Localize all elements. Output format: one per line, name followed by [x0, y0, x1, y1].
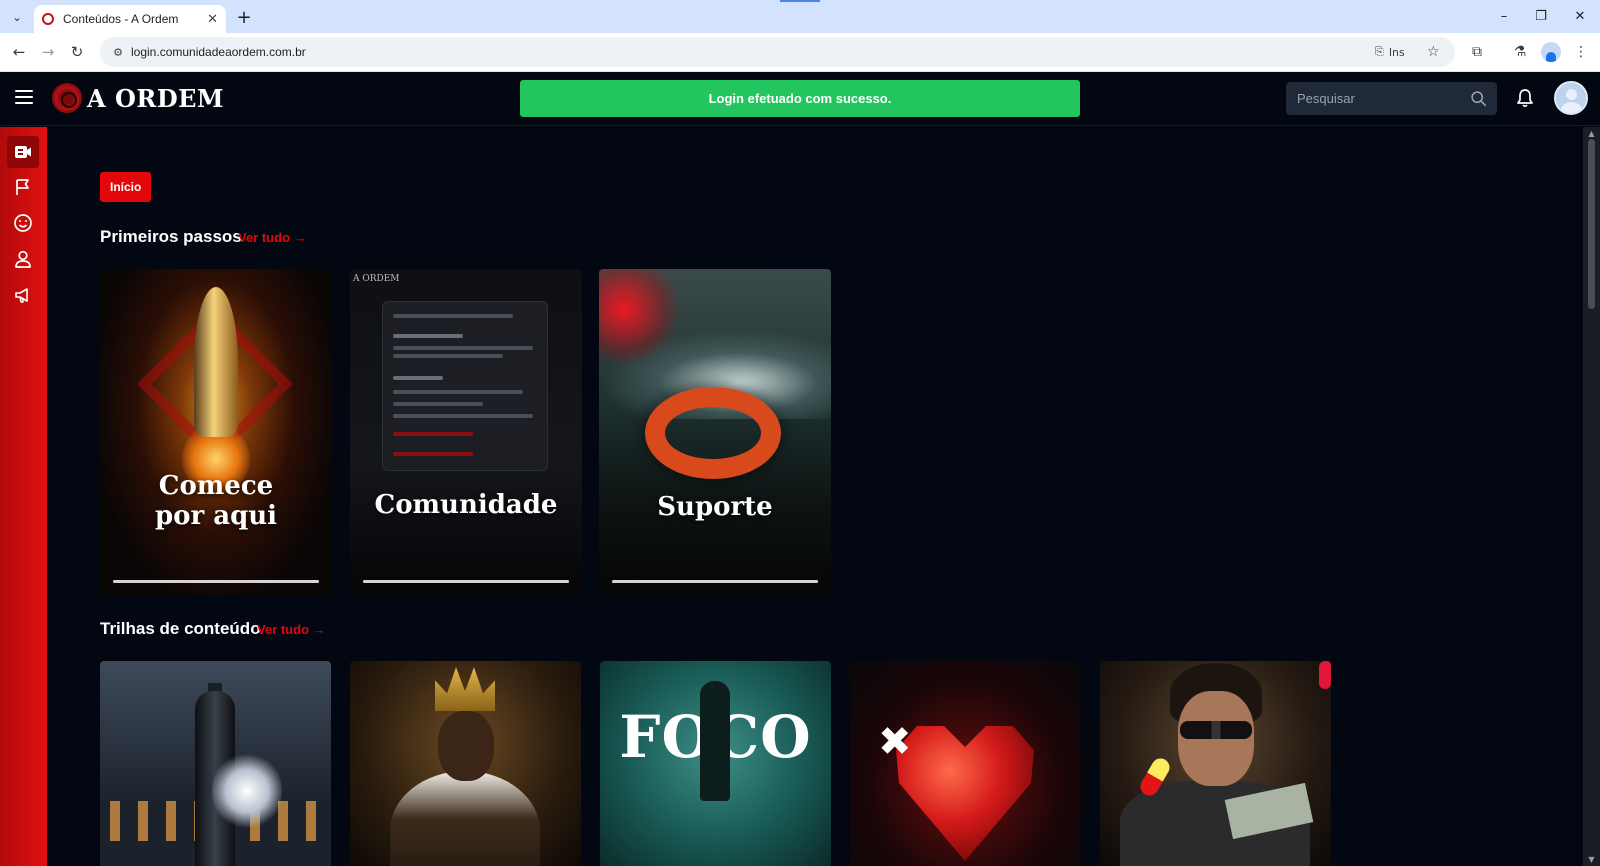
sidebar-item-community[interactable]: [7, 207, 39, 239]
browser-menu-icon[interactable]: ⋮: [1571, 42, 1591, 62]
glass-heart-image: [896, 726, 1034, 861]
search-box: [1286, 82, 1497, 115]
app-header: A ORDEM Login efetuado com sucesso.: [0, 72, 1600, 126]
king-face-image: [438, 711, 494, 781]
tab-title: Conteúdos - A Ordem: [63, 12, 179, 26]
close-window-icon[interactable]: ✕: [1566, 5, 1594, 27]
section-title-trilhas: Trilhas de conteúdo: [100, 619, 261, 638]
walking-man-image: [700, 681, 730, 801]
smoke-swirl-image: [212, 751, 282, 831]
logo-text[interactable]: A ORDEM: [87, 84, 224, 113]
crown-image: [435, 667, 495, 711]
trail-thumbnail-heart[interactable]: ✖: [850, 661, 1081, 866]
favicon-icon: [42, 13, 54, 25]
browser-profile-icon[interactable]: [1541, 42, 1561, 62]
sidebar-item-profile[interactable]: [7, 243, 39, 275]
notification-bell-icon[interactable]: [1515, 88, 1535, 108]
trail-thumbnail-chess-king[interactable]: [100, 661, 331, 866]
scroll-thumb[interactable]: [1588, 139, 1595, 309]
scroll-down-arrow-icon[interactable]: ▼: [1587, 855, 1596, 864]
reload-icon[interactable]: ↻: [66, 41, 88, 63]
breadcrumb-inicio[interactable]: Início: [100, 172, 152, 202]
card-comece-por-aqui[interactable]: Comece por aqui: [100, 269, 332, 595]
royal-robe-image: [390, 771, 540, 866]
labs-flask-icon[interactable]: ⚗: [1510, 42, 1530, 62]
trail-thumbnail-foco[interactable]: FOCO: [600, 661, 831, 866]
user-icon: [15, 250, 31, 268]
back-arrow-icon[interactable]: ←: [8, 41, 30, 63]
url-text[interactable]: login.comunidadeaordem.com.br: [131, 45, 306, 59]
page-scrollbar[interactable]: ▲ ▼: [1583, 127, 1600, 866]
restore-icon[interactable]: ❐: [1527, 5, 1555, 27]
video-icon: [15, 146, 31, 158]
scroll-up-arrow-icon[interactable]: ▲: [1587, 129, 1596, 138]
section-title-primeiros-passos: Primeiros passos: [100, 227, 242, 246]
card-title: Comunidade: [374, 490, 558, 520]
progress-bar: [612, 580, 818, 583]
card-title: Comece por aqui: [100, 471, 332, 532]
browser-toolbar: ← → ↻ ⚙ login.comunidadeaordem.com.br ⎘ …: [0, 33, 1600, 72]
install-label: Ins: [1388, 45, 1405, 59]
sidebar-item-missions[interactable]: [7, 171, 39, 203]
logo-emblem-icon[interactable]: [52, 83, 82, 113]
forward-arrow-icon[interactable]: →: [37, 41, 59, 63]
card-comunidade[interactable]: A ORDEM Comunidade: [350, 269, 582, 595]
login-success-toast: Login efetuado com sucesso.: [520, 80, 1080, 117]
site-info-icon[interactable]: ⚙: [110, 44, 126, 60]
see-all-trilhas-link[interactable]: Ver tudo →: [257, 622, 326, 637]
install-app-button[interactable]: ⎘ Ins: [1375, 43, 1405, 61]
extensions-icon[interactable]: ⧉: [1467, 42, 1487, 62]
lifebuoy-image: [645, 387, 781, 479]
main-content: Início Primeiros passos Ver tudo → Comec…: [47, 127, 1583, 866]
mock-logo-text: A ORDEM: [353, 274, 400, 284]
progress-bar: [113, 580, 319, 583]
user-avatar[interactable]: [1554, 81, 1588, 115]
browser-tab[interactable]: Conteúdos - A Ordem ✕: [34, 5, 226, 33]
search-icon[interactable]: [1470, 90, 1487, 107]
rocket-image: [194, 287, 238, 437]
sidebar-item-announcements[interactable]: [7, 279, 39, 311]
card-title: Suporte: [657, 492, 773, 522]
megaphone-icon: [15, 288, 28, 303]
hamburger-menu-icon[interactable]: [15, 90, 33, 104]
card-title-line1: Comece: [158, 471, 274, 501]
tab-search-chevron-icon[interactable]: ⌄: [6, 6, 28, 28]
red-pill-edge-image: [1319, 661, 1331, 689]
sidebar: [0, 127, 47, 866]
see-all-primeiros-passos-link[interactable]: Ver tudo →: [238, 230, 307, 245]
install-icon: ⎘: [1375, 45, 1384, 58]
sunglasses-image: [1180, 721, 1252, 739]
address-bar[interactable]: ⚙ login.comunidadeaordem.com.br ⎘ Ins ☆: [100, 37, 1455, 67]
minimize-icon[interactable]: –: [1490, 5, 1518, 27]
sidebar-item-contents[interactable]: [7, 136, 39, 168]
trail-thumbnail-king[interactable]: [350, 661, 581, 866]
bookmark-star-icon[interactable]: ☆: [1427, 43, 1440, 61]
smile-icon: [14, 214, 32, 232]
tab-close-icon[interactable]: ✕: [207, 12, 218, 27]
progress-bar: [363, 580, 569, 583]
new-tab-plus-icon[interactable]: +: [233, 6, 255, 28]
trail-thumbnail-money-man[interactable]: [1100, 661, 1331, 866]
flag-icon: [16, 179, 29, 195]
community-screenshot-image: [382, 301, 548, 471]
x-mark-icon: ✖: [878, 719, 912, 765]
card-suporte[interactable]: Suporte: [599, 269, 831, 595]
card-title-line2: por aqui: [154, 500, 278, 531]
search-input[interactable]: [1286, 82, 1461, 115]
tab-accent-bar: [780, 0, 820, 2]
browser-tabstrip: ⌄ Conteúdos - A Ordem ✕ + – ❐ ✕: [0, 0, 1600, 33]
